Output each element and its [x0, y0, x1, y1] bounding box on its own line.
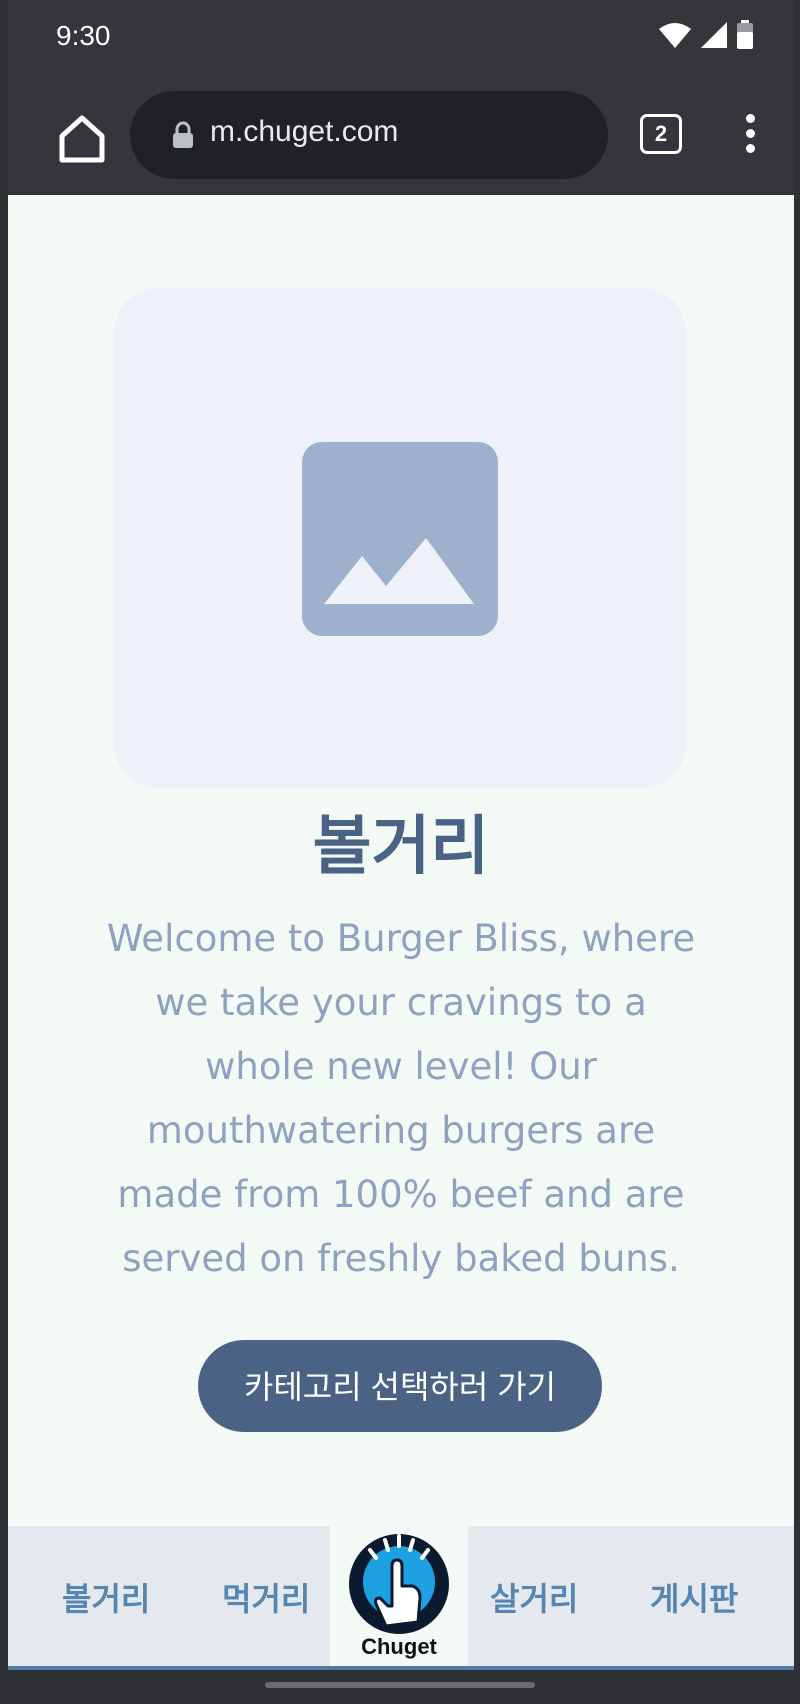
- nav-item-board[interactable]: 게시판: [650, 1574, 738, 1620]
- tap-hand-logo-icon: [349, 1534, 449, 1634]
- home-icon: [59, 115, 105, 163]
- gesture-bar: [0, 1670, 800, 1704]
- bottom-navigation: 볼거리 먹거리 Chuget 살거리 게시판: [8, 1526, 794, 1670]
- page-content: 볼거리 Welcome to Burger Bliss, where we ta…: [8, 195, 794, 1526]
- home-button[interactable]: [52, 108, 112, 168]
- url-text: m.chuget.com: [210, 115, 399, 148]
- battery-icon: [737, 20, 753, 49]
- tab-switcher-button[interactable]: 2: [640, 114, 682, 154]
- signal-icon: [701, 22, 727, 48]
- address-bar[interactable]: m.chuget.com: [130, 91, 608, 179]
- chuget-logo[interactable]: Chuget: [330, 1526, 468, 1666]
- page-title: 볼거리: [312, 810, 490, 884]
- status-bar: 9:30: [8, 0, 794, 80]
- more-options-icon[interactable]: [743, 114, 757, 158]
- gesture-handle[interactable]: [265, 1682, 535, 1688]
- image-placeholder-icon: [302, 442, 498, 636]
- browser-toolbar: m.chuget.com 2: [8, 80, 794, 194]
- nav-item-shopping[interactable]: 살거리: [490, 1574, 578, 1620]
- nav-item-sights[interactable]: 볼거리: [62, 1574, 150, 1620]
- status-icons: [658, 20, 754, 50]
- lock-icon: [173, 121, 193, 148]
- nav-item-food[interactable]: 먹거리: [222, 1574, 310, 1620]
- hero-image-placeholder: [114, 288, 686, 788]
- select-category-button[interactable]: 카테고리 선택하러 가기: [198, 1340, 602, 1432]
- wifi-icon: [659, 23, 691, 48]
- status-time: 9:30: [56, 20, 111, 51]
- page-description: Welcome to Burger Bliss, where we take y…: [106, 917, 696, 1280]
- logo-text: Chuget: [361, 1634, 437, 1659]
